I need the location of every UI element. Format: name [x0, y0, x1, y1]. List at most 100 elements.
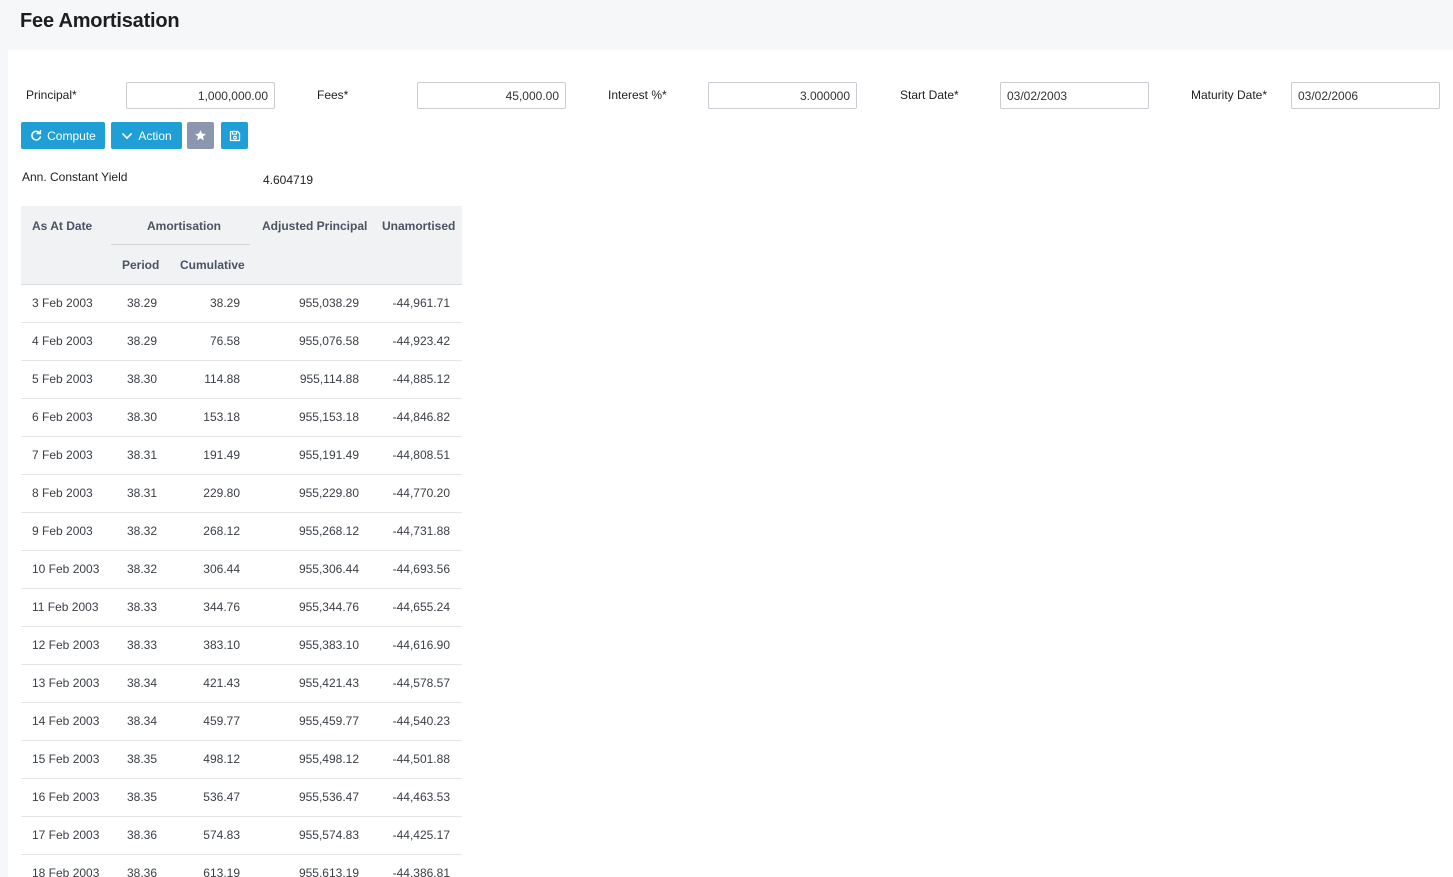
cell-period: 38.35	[126, 790, 157, 804]
cell-adjusted-principal: 955,038.29	[298, 296, 359, 310]
cell-as-at-date: 8 Feb 2003	[32, 486, 93, 500]
cell-period: 38.30	[126, 372, 157, 386]
cell-period: 38.33	[126, 638, 157, 652]
cell-period: 38.32	[126, 562, 157, 576]
cell-as-at-date: 10 Feb 2003	[32, 562, 100, 576]
amortisation-table: As At Date Amortisation Period Cumulativ…	[21, 206, 462, 877]
cell-period: 38.32	[126, 524, 157, 538]
constant-yield-value: 4.604719	[263, 173, 314, 187]
cell-as-at-date: 12 Feb 2003	[32, 638, 100, 652]
table-row[interactable]: 18 Feb 2003 38.36 613.19 955,613.19 -44,386.…	[21, 855, 462, 877]
cell-unamortised: -44,693.56	[392, 562, 450, 576]
cell-as-at-date: 7 Feb 2003	[32, 448, 93, 462]
constant-yield-label: Ann. Constant Yield	[22, 170, 128, 184]
fees-label: Fees*	[317, 88, 349, 102]
cell-as-at-date: 14 Feb 2003	[32, 714, 100, 728]
action-dropdown-button[interactable]: Action	[111, 122, 182, 149]
table-row[interactable]: 5 Feb 2003 38.30 114.88 955,114.88 -44,885.1…	[21, 361, 462, 399]
cell-unamortised: -44,846.82	[392, 410, 450, 424]
cell-unamortised: -44,961.71	[392, 296, 450, 310]
cell-adjusted-principal: 955,306.44	[298, 562, 359, 576]
header-amortisation: Amortisation	[147, 219, 222, 233]
cell-unamortised: -44,501.88	[392, 752, 450, 766]
table-row[interactable]: 7 Feb 2003 38.31 191.49 955,191.49 -44,808.5…	[21, 437, 462, 475]
header-cumulative[interactable]: Cumulative	[180, 258, 245, 272]
save-button[interactable]	[221, 122, 248, 149]
cell-as-at-date: 16 Feb 2003	[32, 790, 100, 804]
maturity-date-label: Maturity Date*	[1191, 88, 1268, 102]
table-row[interactable]: 9 Feb 2003 38.32 268.12 955,268.12 -44,731.8…	[21, 513, 462, 551]
cell-adjusted-principal: 955,153.18	[298, 410, 359, 424]
table-row[interactable]: 15 Feb 2003 38.35 498.12 955,498.12 -44,501.…	[21, 741, 462, 779]
cell-cumulative: 498.12	[203, 752, 240, 766]
table-row[interactable]: 8 Feb 2003 38.31 229.80 955,229.80 -44,770.2…	[21, 475, 462, 513]
interest-label: Interest %*	[608, 88, 667, 102]
start-date-input[interactable]: 03/02/2003	[1000, 82, 1149, 109]
cell-period: 38.31	[126, 448, 157, 462]
cell-as-at-date: 18 Feb 2003	[32, 866, 100, 877]
table-row[interactable]: 4 Feb 2003 38.29 76.58 955,076.58 -44,923.42	[21, 323, 462, 361]
page-title: Fee Amortisation	[20, 10, 180, 32]
cell-cumulative: 344.76	[203, 600, 240, 614]
fees-input[interactable]: 45,000.00	[417, 82, 566, 109]
save-icon	[229, 130, 240, 141]
cell-cumulative: 229.80	[203, 486, 240, 500]
cell-cumulative: 421.43	[203, 676, 240, 690]
cell-unamortised: -44,616.90	[392, 638, 450, 652]
cell-adjusted-principal: 955,229.80	[298, 486, 359, 500]
cell-as-at-date: 6 Feb 2003	[32, 410, 93, 424]
cell-cumulative: 153.18	[203, 410, 240, 424]
favorite-button[interactable]	[187, 122, 214, 149]
cell-adjusted-principal: 955,536.47	[298, 790, 359, 804]
cell-adjusted-principal: 955,076.58	[298, 334, 359, 348]
cell-adjusted-principal: 955,421.43	[298, 676, 359, 690]
cell-period: 38.36	[126, 828, 157, 842]
cell-cumulative: 613.19	[203, 866, 240, 877]
refresh-icon	[31, 129, 42, 141]
table-row[interactable]: 11 Feb 2003 38.33 344.76 955,344.76 -44,655.…	[21, 589, 462, 627]
header-adjusted-principal[interactable]: Adjusted Principal	[262, 219, 367, 233]
chevron-down-icon	[122, 132, 133, 139]
cell-as-at-date: 5 Feb 2003	[32, 372, 93, 386]
cell-period: 38.29	[126, 334, 157, 348]
table-row[interactable]: 16 Feb 2003 38.35 536.47 955,536.47 -44,463.…	[21, 779, 462, 817]
table-body: 3 Feb 2003 38.29 38.29 955,038.29 -44,961.71…	[21, 285, 462, 877]
interest-input[interactable]: 3.000000	[708, 82, 857, 109]
table-row[interactable]: 6 Feb 2003 38.30 153.18 955,153.18 -44,846.8…	[21, 399, 462, 437]
cell-unamortised: -44,770.20	[392, 486, 450, 500]
star-icon	[195, 130, 206, 141]
cell-as-at-date: 15 Feb 2003	[32, 752, 100, 766]
cell-unamortised: -44,540.23	[392, 714, 450, 728]
table-row[interactable]: 3 Feb 2003 38.29 38.29 955,038.29 -44,961.71	[21, 285, 462, 323]
header-period[interactable]: Period	[122, 258, 159, 272]
principal-label: Principal*	[26, 88, 77, 102]
cell-cumulative: 383.10	[203, 638, 240, 652]
cell-cumulative: 536.47	[203, 790, 240, 804]
table-row[interactable]: 10 Feb 2003 38.32 306.44 955,306.44 -44,693.…	[21, 551, 462, 589]
table-row[interactable]: 14 Feb 2003 38.34 459.77 955,459.77 -44,540.…	[21, 703, 462, 741]
cell-unamortised: -44,923.42	[392, 334, 450, 348]
cell-cumulative: 268.12	[203, 524, 240, 538]
cell-as-at-date: 4 Feb 2003	[32, 334, 93, 348]
cell-adjusted-principal: 955,191.49	[298, 448, 359, 462]
header-unamortised[interactable]: Unamortised	[382, 219, 455, 233]
principal-input[interactable]: 1,000,000.00	[126, 82, 275, 109]
cell-unamortised: -44,425.17	[392, 828, 450, 842]
header-group-divider	[111, 244, 250, 245]
maturity-date-input[interactable]: 03/02/2006	[1291, 82, 1440, 109]
cell-as-at-date: 9 Feb 2003	[32, 524, 93, 538]
table-row[interactable]: 12 Feb 2003 38.33 383.10 955,383.10 -44,616.…	[21, 627, 462, 665]
main-panel: Principal* 1,000,000.00 Fees* 45,000.00 …	[8, 50, 1453, 877]
compute-button-label: Compute	[47, 128, 96, 143]
cell-unamortised: -44,885.12	[392, 372, 450, 386]
header-as-at-date[interactable]: As At Date	[32, 219, 92, 233]
table-header: As At Date Amortisation Period Cumulativ…	[21, 206, 462, 285]
cell-adjusted-principal: 955,498.12	[298, 752, 359, 766]
cell-unamortised: -44,655.24	[392, 600, 450, 614]
cell-adjusted-principal: 955,268.12	[298, 524, 359, 538]
cell-cumulative: 191.49	[203, 448, 240, 462]
table-row[interactable]: 13 Feb 2003 38.34 421.43 955,421.43 -44,578.…	[21, 665, 462, 703]
compute-button[interactable]: Compute	[21, 122, 105, 149]
table-row[interactable]: 17 Feb 2003 38.36 574.83 955,574.83 -44,425.…	[21, 817, 462, 855]
cell-period: 38.34	[126, 676, 157, 690]
